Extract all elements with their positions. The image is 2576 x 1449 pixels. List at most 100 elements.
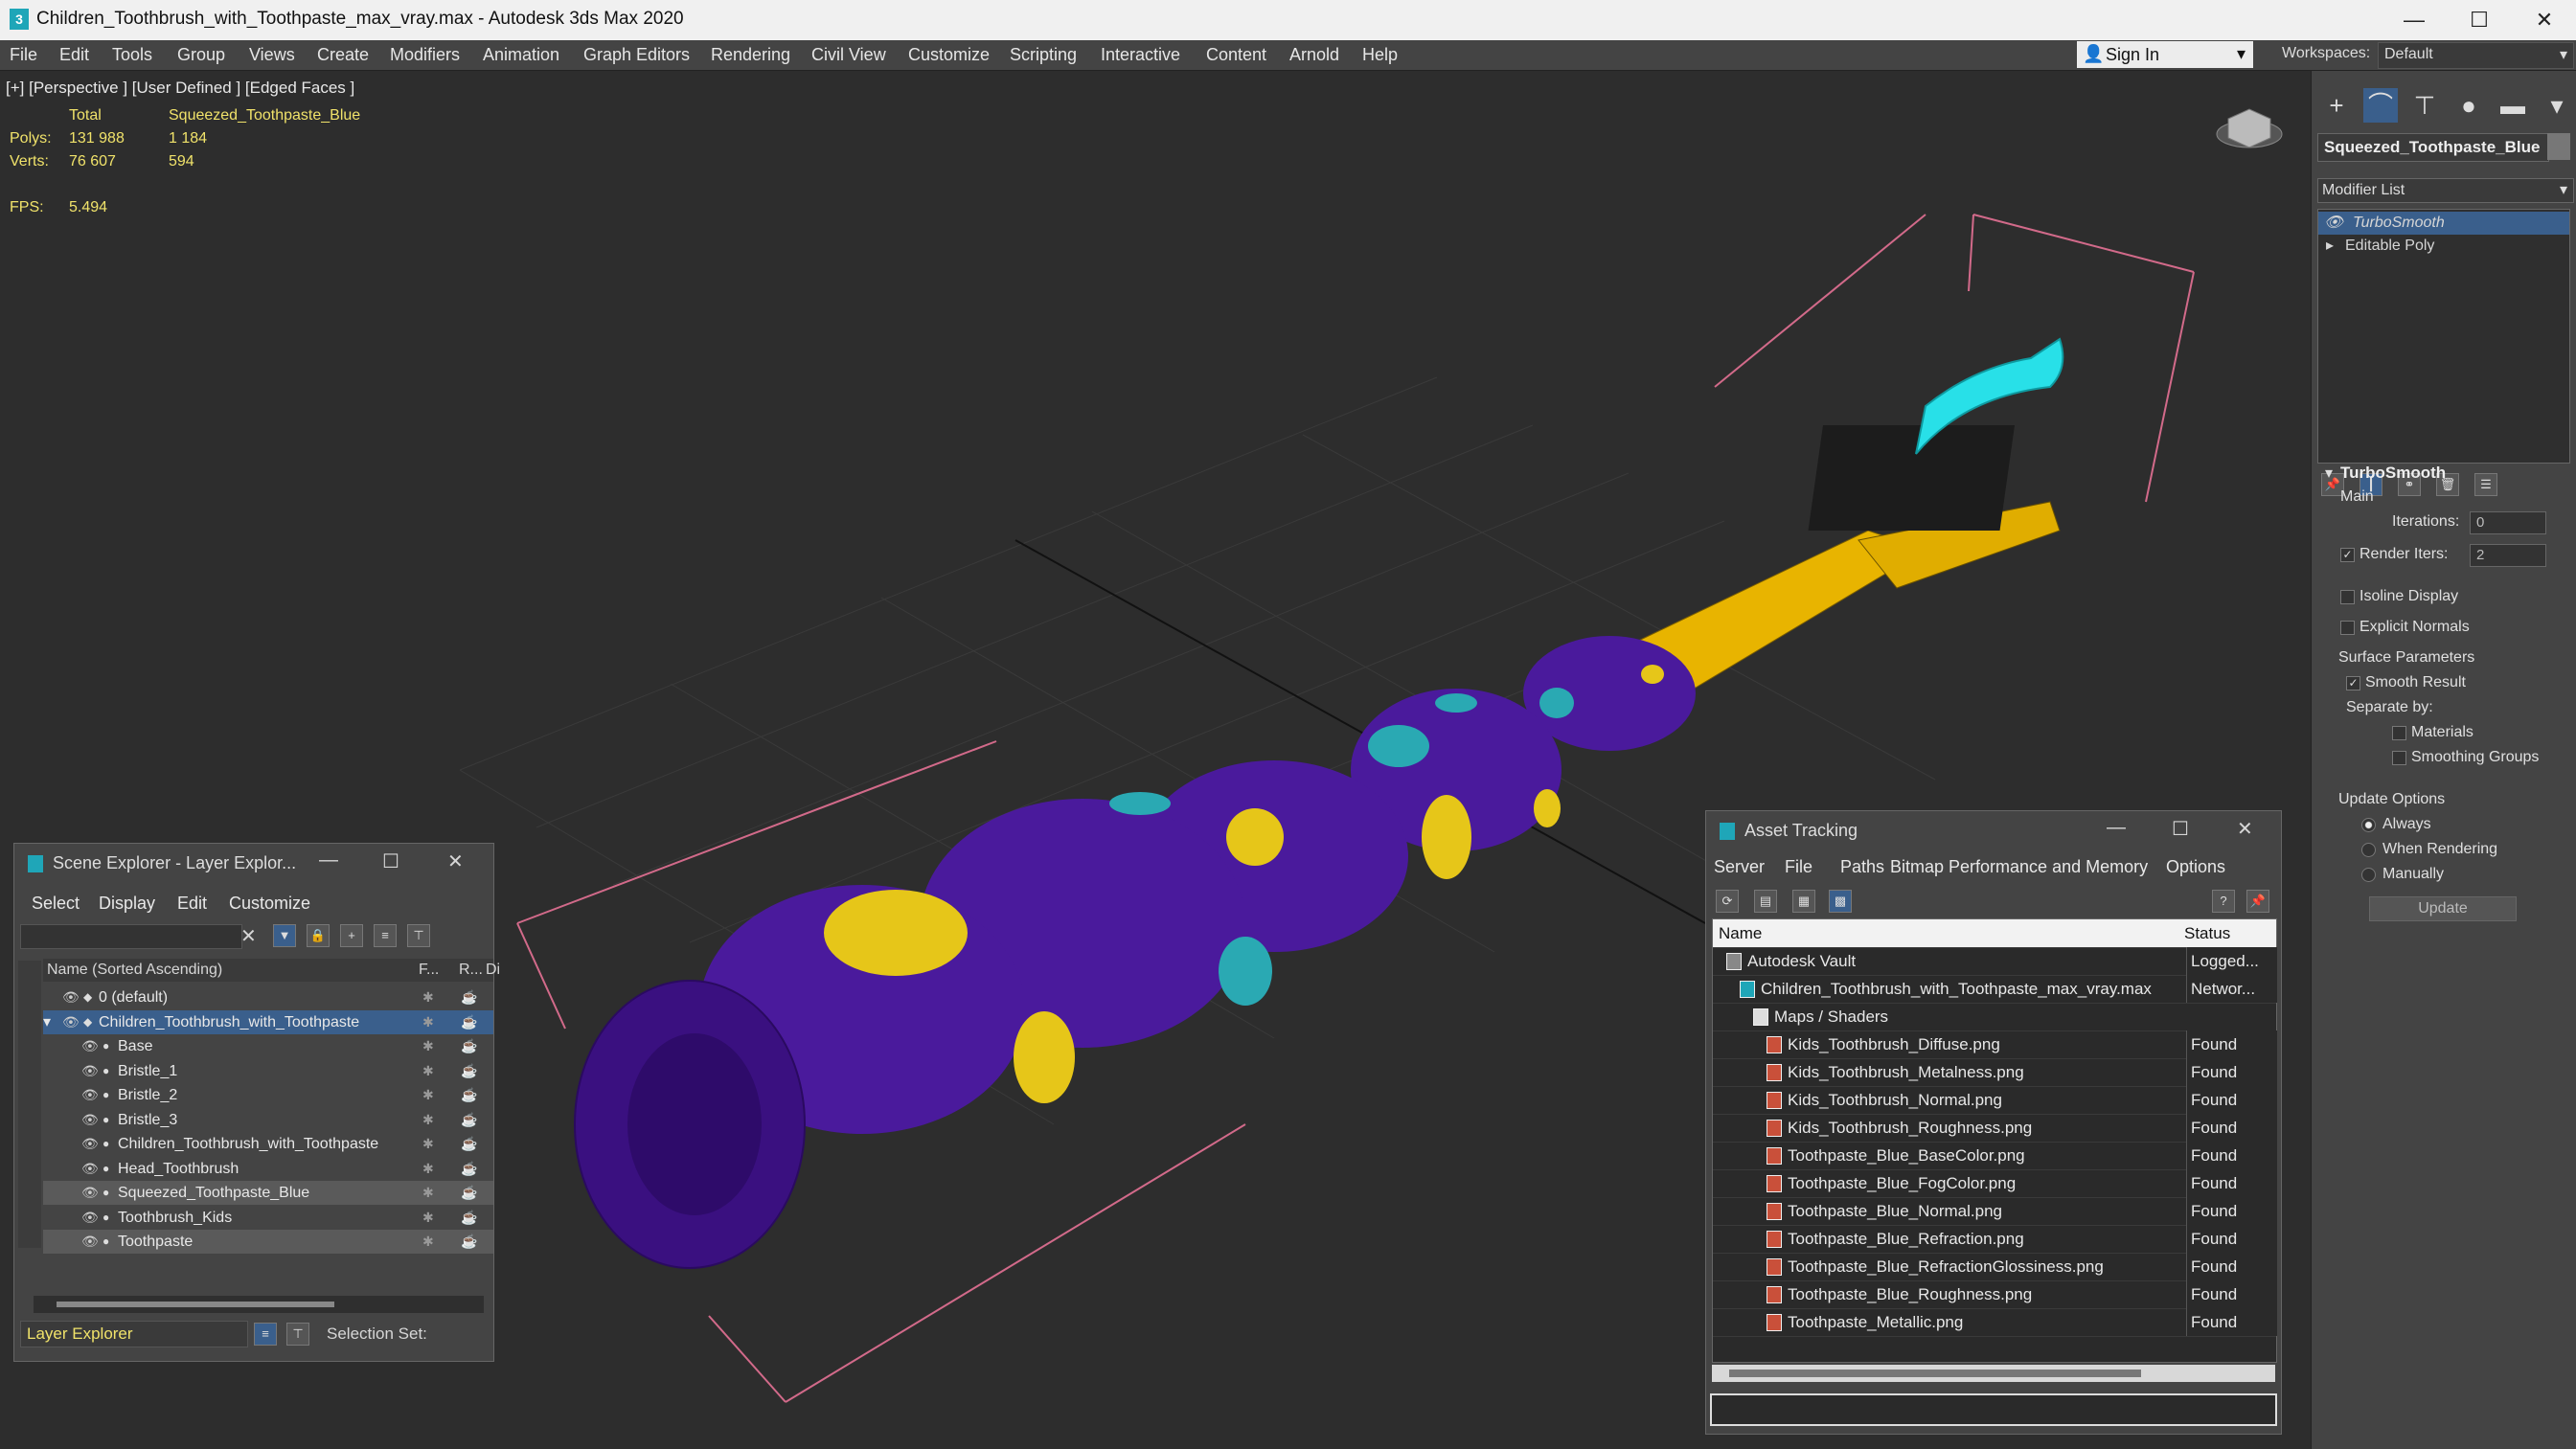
modifier-list-dropdown[interactable]: Modifier List ▾: [2317, 178, 2574, 203]
menu-file[interactable]: File: [1785, 857, 1812, 877]
horizontal-scrollbar[interactable]: [1712, 1365, 2275, 1382]
renderable-icon[interactable]: ☕: [461, 1206, 477, 1230]
grid-view-icon[interactable]: ▩: [1829, 890, 1852, 913]
menu-content[interactable]: Content: [1206, 45, 1266, 65]
horizontal-scrollbar[interactable]: [34, 1296, 484, 1313]
visibility-eye-icon[interactable]: 👁: [81, 1108, 99, 1132]
close-button[interactable]: ✕: [2516, 4, 2573, 36]
table-view-icon[interactable]: ▦: [1792, 890, 1815, 913]
freeze-icon[interactable]: ✱: [422, 1108, 434, 1132]
menu-rendering[interactable]: Rendering: [711, 45, 790, 65]
asset-row[interactable]: Kids_Toothbrush_Roughness.png Found: [1713, 1114, 2277, 1143]
freeze-icon[interactable]: ✱: [422, 1132, 434, 1156]
when-rendering-radio[interactable]: [2361, 843, 2376, 857]
menu-interactive[interactable]: Interactive: [1101, 45, 1180, 65]
freeze-icon[interactable]: ✱: [422, 1034, 434, 1058]
asset-row[interactable]: Toothpaste_Blue_RefractionGlossiness.png…: [1713, 1253, 2277, 1281]
column-status[interactable]: Status: [2184, 919, 2230, 947]
renderable-icon[interactable]: ☕: [461, 1132, 477, 1156]
layer-row[interactable]: 👁 ● Squeezed_Toothpaste_Blue ✱ ☕: [43, 1181, 493, 1205]
smooth-result-checkbox[interactable]: ✓: [2346, 676, 2360, 691]
column-name[interactable]: Name: [1719, 919, 1762, 947]
filter-icon[interactable]: ▼: [273, 924, 296, 947]
render-iters-spinner[interactable]: 2: [2470, 544, 2546, 567]
layer-row[interactable]: 👁 ◆ 0 (default) ✱ ☕: [43, 985, 493, 1009]
layer-row[interactable]: ▾ 👁 ◆ Children_Toothbrush_with_Toothpaste ✱ ☕: [43, 1009, 493, 1034]
menu-select[interactable]: Select: [32, 894, 80, 914]
list-view-icon[interactable]: ▤: [1754, 890, 1777, 913]
utilities-tab-icon[interactable]: ▾: [2540, 88, 2574, 123]
column-freeze[interactable]: F...: [419, 959, 439, 982]
menu-edit[interactable]: Edit: [177, 894, 207, 914]
always-radio[interactable]: [2361, 818, 2376, 832]
close-button[interactable]: ✕: [2237, 817, 2253, 841]
asset-row[interactable]: Maps / Shaders: [1713, 1003, 2276, 1031]
rollout-turbosmooth[interactable]: TurboSmooth: [2340, 464, 2446, 483]
refresh-icon[interactable]: ⟳: [1716, 890, 1739, 913]
layer-row[interactable]: 👁 ● Toothbrush_Kids ✱ ☕: [43, 1206, 493, 1230]
renderable-icon[interactable]: ☕: [461, 1083, 477, 1107]
freeze-icon[interactable]: ✱: [422, 1181, 434, 1205]
hierarchy-icon[interactable]: ⊤: [407, 924, 430, 947]
asset-row[interactable]: Toothpaste_Blue_BaseColor.png Found: [1713, 1142, 2277, 1170]
layer-row[interactable]: 👁 ● Bristle_1 ✱ ☕: [43, 1059, 493, 1083]
visibility-eye-icon[interactable]: 👁: [81, 1157, 99, 1181]
isoline-display-checkbox[interactable]: [2340, 590, 2355, 604]
layer-row[interactable]: 👁 ● Children_Toothbrush_with_Toothpaste ✱ ☕: [43, 1132, 493, 1156]
path-input[interactable]: [1710, 1393, 2277, 1426]
menu-server[interactable]: Server: [1714, 857, 1765, 877]
freeze-icon[interactable]: ✱: [422, 1206, 434, 1230]
menu-civil-view[interactable]: Civil View: [811, 45, 886, 65]
asset-row[interactable]: Kids_Toothbrush_Metalness.png Found: [1713, 1058, 2277, 1087]
menu-modifiers[interactable]: Modifiers: [390, 45, 460, 65]
close-button[interactable]: ✕: [447, 849, 464, 873]
maximize-button[interactable]: ☐: [382, 849, 399, 873]
stack-item-editable-poly[interactable]: ▸ Editable Poly: [2318, 235, 2569, 258]
asset-row[interactable]: Toothpaste_Blue_Roughness.png Found: [1713, 1280, 2277, 1309]
layer-row[interactable]: 👁 ● Toothpaste ✱ ☕: [43, 1230, 493, 1254]
layer-row[interactable]: 👁 ● Head_Toothbrush ✱ ☕: [43, 1157, 493, 1181]
menu-views[interactable]: Views: [249, 45, 295, 65]
create-tab-icon[interactable]: +: [2319, 88, 2354, 123]
configure-sets-icon[interactable]: ☰: [2474, 473, 2497, 496]
layer-row[interactable]: 👁 ● Bristle_3 ✱ ☕: [43, 1108, 493, 1132]
add-layer-icon[interactable]: +: [340, 924, 363, 947]
eye-icon[interactable]: 👁: [2324, 212, 2343, 235]
update-button[interactable]: Update: [2369, 896, 2517, 921]
visibility-eye-icon[interactable]: 👁: [81, 1181, 99, 1205]
visibility-eye-icon[interactable]: 👁: [62, 1010, 80, 1034]
maximize-button[interactable]: ☐: [2172, 817, 2189, 841]
menu-tools[interactable]: Tools: [112, 45, 152, 65]
minimize-button[interactable]: —: [2385, 4, 2443, 36]
menu-file[interactable]: File: [10, 45, 37, 65]
render-iters-checkbox[interactable]: ✓: [2340, 548, 2355, 562]
menu-animation[interactable]: Animation: [483, 45, 559, 65]
search-input[interactable]: [20, 924, 242, 949]
modify-tab-icon[interactable]: ⌒: [2363, 88, 2398, 123]
maximize-button[interactable]: ☐: [2451, 4, 2508, 36]
renderable-icon[interactable]: ☕: [461, 1059, 477, 1083]
menu-group[interactable]: Group: [177, 45, 225, 65]
column-display[interactable]: Di: [486, 959, 500, 982]
menu-arnold[interactable]: Arnold: [1289, 45, 1339, 65]
expand-icon[interactable]: ▸: [2326, 235, 2334, 258]
object-name-field[interactable]: Squeezed_Toothpaste_Blue: [2317, 133, 2549, 162]
renderable-icon[interactable]: ☕: [461, 1034, 477, 1058]
motion-tab-icon[interactable]: ●: [2451, 88, 2486, 123]
menu-create[interactable]: Create: [317, 45, 369, 65]
visibility-eye-icon[interactable]: 👁: [81, 1206, 99, 1230]
freeze-icon[interactable]: ✱: [422, 1230, 434, 1254]
freeze-icon[interactable]: ✱: [422, 1010, 434, 1034]
minimize-button[interactable]: —: [2107, 817, 2126, 839]
renderable-icon[interactable]: ☕: [461, 985, 477, 1009]
explicit-normals-checkbox[interactable]: [2340, 621, 2355, 635]
renderable-icon[interactable]: ☕: [461, 1108, 477, 1132]
visibility-eye-icon[interactable]: 👁: [81, 1230, 99, 1254]
menu-graph-editors[interactable]: Graph Editors: [583, 45, 690, 65]
visibility-eye-icon[interactable]: 👁: [62, 985, 80, 1009]
asset-row[interactable]: Kids_Toothbrush_Diffuse.png Found: [1713, 1030, 2277, 1059]
freeze-icon[interactable]: ✱: [422, 1157, 434, 1181]
stack-item-turbosmooth[interactable]: 👁 TurboSmooth: [2318, 212, 2569, 235]
help-icon[interactable]: ?: [2212, 890, 2235, 913]
visibility-eye-icon[interactable]: 👁: [81, 1132, 99, 1156]
